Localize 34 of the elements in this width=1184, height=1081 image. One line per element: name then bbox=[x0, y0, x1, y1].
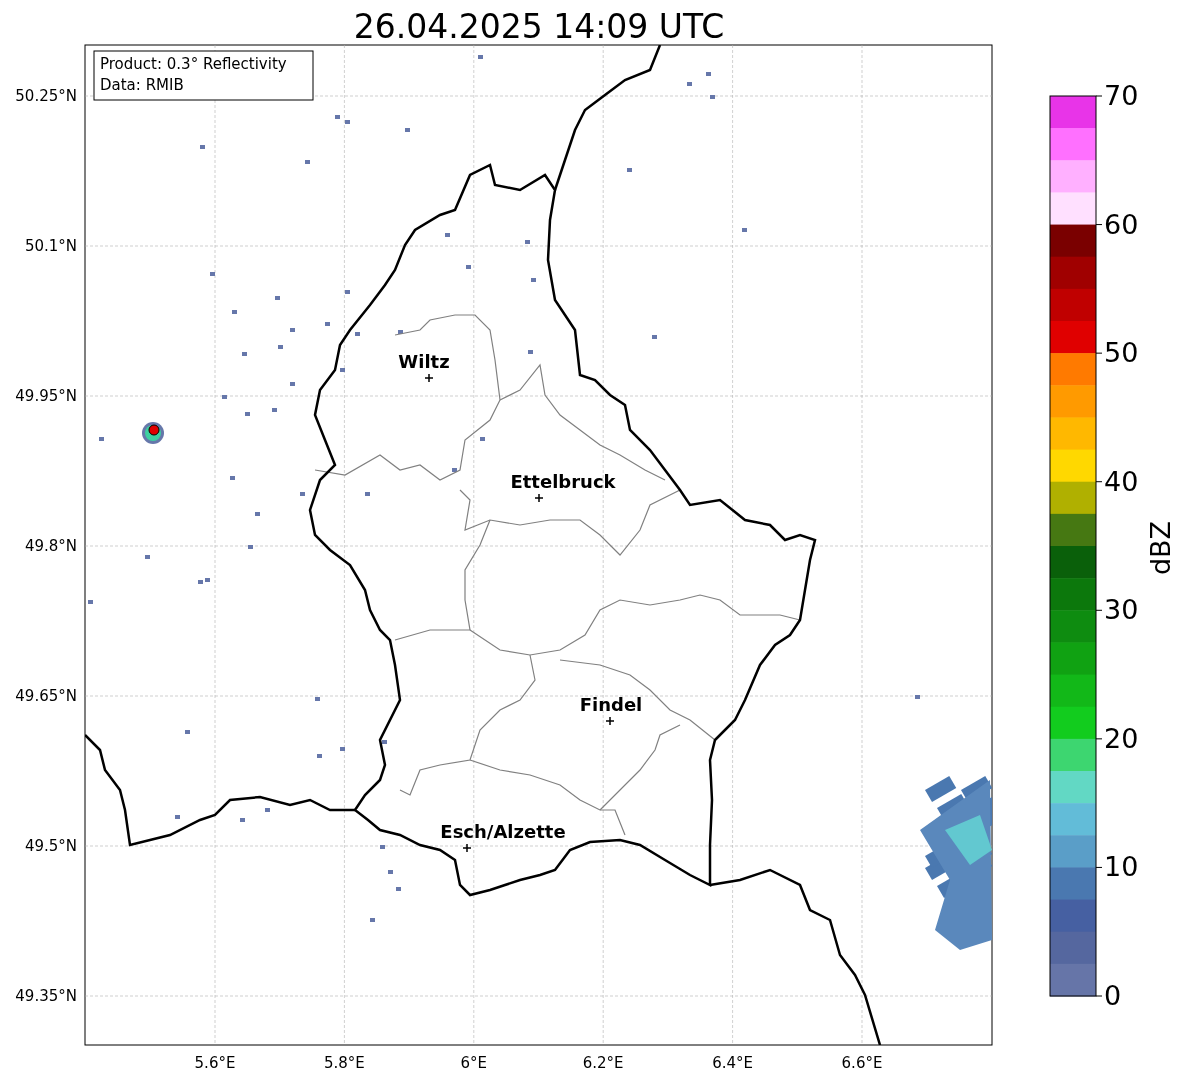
city-label: Findel bbox=[579, 694, 643, 715]
colorbar-tick-label: 60 bbox=[1104, 208, 1139, 240]
longitude-label: 6.6°E bbox=[841, 1054, 883, 1072]
longitude-label: 5.8°E bbox=[324, 1054, 365, 1072]
longitude-label: 6.4°E bbox=[712, 1054, 753, 1072]
latitude-label: 49.35°N bbox=[15, 987, 77, 1005]
colorbar-tick-label: 70 bbox=[1104, 80, 1139, 111]
chart-title: 26.04.2025 14:09 UTC bbox=[353, 7, 725, 46]
colorbar-tick-label: 10 bbox=[1104, 851, 1139, 883]
latitude-label: 50.25°N bbox=[15, 87, 77, 105]
city-label: Ettelbruck bbox=[510, 471, 616, 492]
colorbar-tick-label: 20 bbox=[1104, 722, 1139, 754]
city-label: Esch/Alzette bbox=[440, 821, 566, 842]
latitude-label: 49.8°N bbox=[24, 537, 77, 555]
info-text: Product: 0.3° Reflectivity bbox=[100, 55, 287, 73]
colorbar-tick-label: 40 bbox=[1104, 465, 1139, 497]
latitude-label: 49.95°N bbox=[15, 387, 77, 405]
colorbar-tick-label: 50 bbox=[1104, 337, 1139, 369]
radar-site-icon bbox=[148, 424, 160, 436]
longitude-label: 5.6°E bbox=[194, 1054, 236, 1072]
longitude-label: 6°E bbox=[460, 1054, 488, 1072]
city-marker-icon bbox=[605, 716, 615, 726]
colorbar-tick-label: 0 bbox=[1104, 980, 1122, 1011]
info-text: Data: RMIB bbox=[100, 76, 184, 94]
longitude-label: 6.2°E bbox=[582, 1054, 624, 1072]
city-marker-icon bbox=[424, 373, 434, 383]
colorbar-tick-label: 30 bbox=[1104, 594, 1139, 626]
city-marker-icon bbox=[534, 493, 544, 503]
latitude-label: 49.5°N bbox=[24, 837, 77, 855]
latitude-label: 50.1°N bbox=[24, 237, 77, 255]
latitude-label: 49.65°N bbox=[15, 687, 77, 705]
city-label: Wiltz bbox=[398, 351, 450, 372]
colorbar-axis-label: dBZ bbox=[1145, 520, 1176, 576]
city-marker-icon bbox=[462, 843, 472, 853]
